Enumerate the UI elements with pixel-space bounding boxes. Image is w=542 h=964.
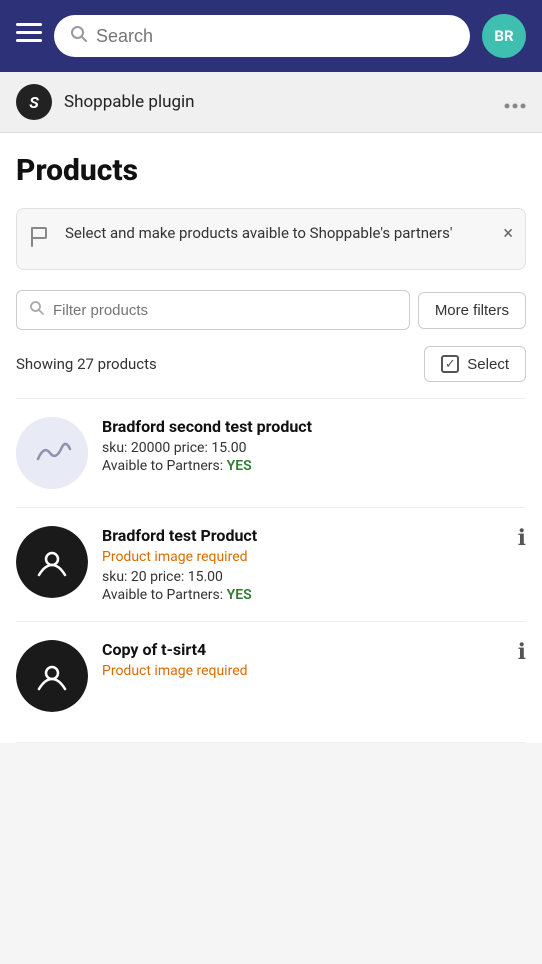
page-title: Products [16,153,526,188]
table-row[interactable]: Bradford test Product ℹ Product image re… [16,508,526,622]
showing-row: Showing 27 products ✓ Select [16,346,526,382]
search-magnifier-icon [70,25,88,47]
plugin-logo-text: S [29,93,39,112]
showing-count-text: Showing 27 products [16,355,157,373]
product-image-icon [16,640,88,712]
product-sku-price: sku: 20000 price: 15.00 [102,440,526,456]
select-button-label: Select [467,356,509,373]
available-yes-badge: YES [227,587,252,603]
available-yes-badge: YES [227,458,252,474]
main-content: Products Select and make products avaibl… [0,133,542,743]
filter-input-wrapper[interactable] [16,290,410,330]
select-button[interactable]: ✓ Select [424,346,526,382]
product-thumbnail [16,417,88,489]
top-navigation: BR [0,0,542,72]
hamburger-icon[interactable] [16,23,42,49]
product-thumbnail [16,526,88,598]
product-image-warning: Product image required [102,549,526,565]
avatar[interactable]: BR [482,14,526,58]
banner-close-button[interactable]: × [503,223,513,244]
filter-search-icon [29,300,45,320]
product-image-icon [16,526,88,598]
product-info: Copy of t-sirt4 ℹ Product image required [102,640,526,683]
flag-icon [29,225,53,255]
select-checkbox-icon: ✓ [441,355,459,373]
more-filters-button[interactable]: More filters [418,292,526,329]
more-options-button[interactable] [504,90,526,114]
product-availability: Avaible to Partners: YES [102,458,526,474]
table-row[interactable]: Bradford second test product sku: 20000 … [16,399,526,508]
product-info: Bradford test Product ℹ Product image re… [102,526,526,603]
search-input[interactable] [96,26,454,47]
product-availability: Avaible to Partners: YES [102,587,526,603]
product-name: Copy of t-sirt4 [102,640,526,659]
table-row[interactable]: Copy of t-sirt4 ℹ Product image required [16,622,526,743]
banner-text: Select and make products avaible to Shop… [65,223,495,245]
product-name: Bradford test Product [102,526,526,545]
product-thumbnail [16,640,88,712]
product-sku-price: sku: 20 price: 15.00 [102,569,526,585]
product-image-warning: Product image required [102,663,526,679]
product-list: Bradford second test product sku: 20000 … [16,398,526,743]
info-icon[interactable]: ℹ [518,640,526,665]
product-image-placeholder [16,417,88,489]
plugin-header: S Shoppable plugin [0,72,542,133]
info-banner: Select and make products avaible to Shop… [16,208,526,270]
filter-products-input[interactable] [53,302,397,319]
search-bar[interactable] [54,15,470,57]
product-info: Bradford second test product sku: 20000 … [102,417,526,474]
plugin-name: Shoppable plugin [64,92,504,112]
plugin-logo: S [16,84,52,120]
info-icon[interactable]: ℹ [518,526,526,551]
product-name: Bradford second test product [102,417,526,436]
filter-row: More filters [16,290,526,330]
